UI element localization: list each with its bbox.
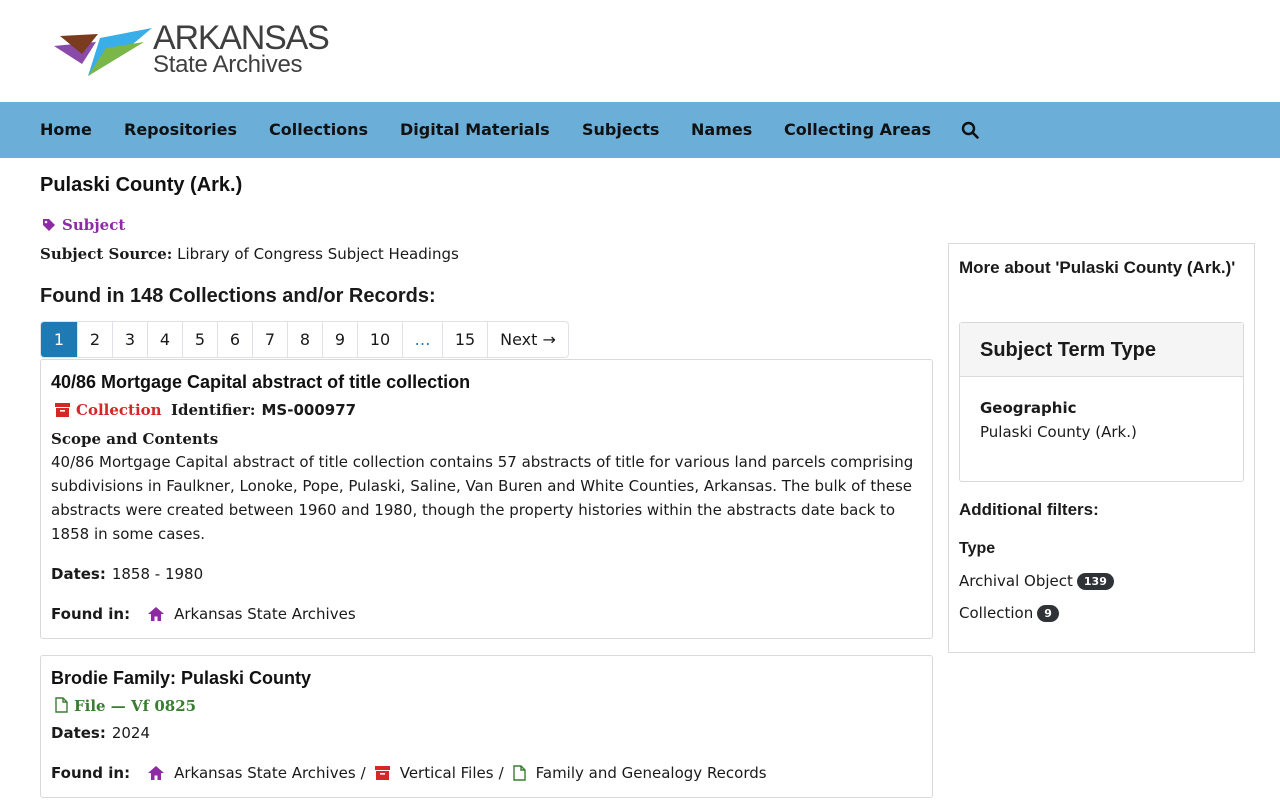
file-icon: [55, 697, 68, 713]
found-in-collection-link[interactable]: Vertical Files: [400, 764, 494, 782]
dates-label: Dates:: [51, 565, 106, 583]
page-7[interactable]: 7: [252, 322, 287, 357]
logo-title: ARKANSAS: [153, 19, 330, 57]
subject-source-value: Library of Congress Subject Headings: [177, 245, 459, 263]
nav-collecting-areas[interactable]: Collecting Areas: [784, 102, 931, 158]
site-logo[interactable]: ARKANSAS State Archives: [52, 21, 330, 82]
dates-value: 2024: [111, 724, 151, 742]
sidebar: More about 'Pulaski County (Ark.)' Subje…: [948, 243, 1255, 653]
found-in-label: Found in:: [51, 605, 131, 623]
nav-names[interactable]: Names: [691, 102, 752, 158]
scope-text: 40/86 Mortgage Capital abstract of title…: [51, 453, 914, 543]
record-title[interactable]: 40/86 Mortgage Capital abstract of title…: [51, 372, 470, 393]
nav-digital-materials[interactable]: Digital Materials: [400, 102, 550, 158]
archive-box-icon: [374, 766, 390, 780]
record-identifier: Identifier: MS-000977: [171, 401, 356, 419]
found-in-series-link[interactable]: Family and Genealogy Records: [536, 764, 767, 782]
archive-box-icon: [55, 403, 70, 417]
page-5[interactable]: 5: [182, 322, 217, 357]
record-dates: Dates: 2024: [51, 724, 150, 742]
term-value-link[interactable]: Pulaski County (Ark.): [980, 423, 1137, 441]
logo-mark-icon: [54, 28, 152, 76]
file-icon: [512, 765, 526, 781]
subject-badge-label: Subject: [62, 216, 126, 234]
filter-count-badge: 139: [1076, 573, 1114, 590]
pagination: 1 2 3 4 5 6 7 8 9 10 … 15 Next →: [40, 321, 569, 358]
nav-subjects[interactable]: Subjects: [582, 102, 659, 158]
record-found-in: Found in: Arkansas State Archives / Vert…: [51, 764, 767, 782]
nav-home[interactable]: Home: [40, 102, 92, 158]
identifier-label: Identifier:: [171, 401, 256, 419]
subject-source-label: Subject Source:: [40, 245, 173, 263]
tag-icon: [43, 219, 55, 231]
filter-collection[interactable]: Collection 9: [959, 604, 1059, 622]
filter-label: Collection: [959, 604, 1034, 622]
scope-label: Scope and Contents: [51, 430, 219, 448]
page-ellipsis: …: [402, 322, 442, 357]
found-in-repository-link[interactable]: Arkansas State Archives: [174, 605, 356, 623]
page-9[interactable]: 9: [322, 322, 357, 357]
breadcrumb-separator: /: [360, 764, 366, 782]
record-title[interactable]: Brodie Family: Pulaski County: [51, 668, 311, 689]
additional-filters-heading: Additional filters:: [959, 500, 1099, 519]
page-8[interactable]: 8: [287, 322, 322, 357]
filter-label: Archival Object: [959, 572, 1073, 590]
subject-badge: Subject: [42, 216, 125, 238]
subject-term-type-box: Subject Term Type Geographic Pulaski Cou…: [959, 322, 1244, 482]
found-in-repository-link[interactable]: Arkansas State Archives: [174, 764, 356, 782]
found-heading: Found in 148 Collections and/or Records:: [40, 285, 436, 307]
page-1[interactable]: 1: [41, 322, 77, 357]
dates-label: Dates:: [51, 724, 106, 742]
search-icon[interactable]: [961, 121, 979, 139]
found-in-label: Found in:: [51, 764, 131, 782]
identifier-value: MS-000977: [261, 401, 357, 419]
record-type-badge: File — Vf 0825: [55, 697, 196, 715]
page-title: Pulaski County (Ark.): [40, 174, 243, 196]
type-filter-heading: Type: [959, 540, 996, 557]
record-found-in: Found in: Arkansas State Archives: [51, 605, 356, 623]
record-dates: Dates: 1858 - 1980: [51, 565, 203, 583]
subject-term-type-heading: Subject Term Type: [960, 323, 1243, 377]
record-card: 40/86 Mortgage Capital abstract of title…: [40, 359, 933, 639]
main-nav: Home Repositories Collections Digital Ma…: [0, 102, 1280, 158]
dates-value: 1858 - 1980: [111, 565, 204, 583]
page-2[interactable]: 2: [77, 322, 112, 357]
nav-repositories[interactable]: Repositories: [124, 102, 237, 158]
page-4[interactable]: 4: [147, 322, 182, 357]
nav-collections[interactable]: Collections: [269, 102, 368, 158]
breadcrumb-separator: /: [498, 764, 504, 782]
home-icon: [148, 607, 165, 621]
record-type-label: File — Vf 0825: [74, 697, 197, 715]
page-10[interactable]: 10: [357, 322, 402, 357]
subject-source: Subject Source: Library of Congress Subj…: [40, 245, 459, 263]
site-header: ARKANSAS State Archives: [0, 0, 1280, 102]
record-type-label: Collection: [76, 401, 162, 419]
sidebar-title: More about 'Pulaski County (Ark.)': [959, 258, 1236, 277]
term-type: Geographic: [980, 399, 1077, 417]
filter-count-badge: 9: [1037, 605, 1059, 622]
home-icon: [148, 766, 165, 780]
page-3[interactable]: 3: [112, 322, 147, 357]
filter-archival-object[interactable]: Archival Object 139: [959, 572, 1114, 590]
record-type-badge: Collection: [55, 401, 162, 419]
record-card: Brodie Family: Pulaski County File — Vf …: [40, 655, 933, 798]
logo-subtitle: State Archives: [153, 51, 303, 78]
next-page-button[interactable]: Next →: [487, 322, 568, 357]
page-15[interactable]: 15: [442, 322, 487, 357]
page-6[interactable]: 6: [217, 322, 252, 357]
